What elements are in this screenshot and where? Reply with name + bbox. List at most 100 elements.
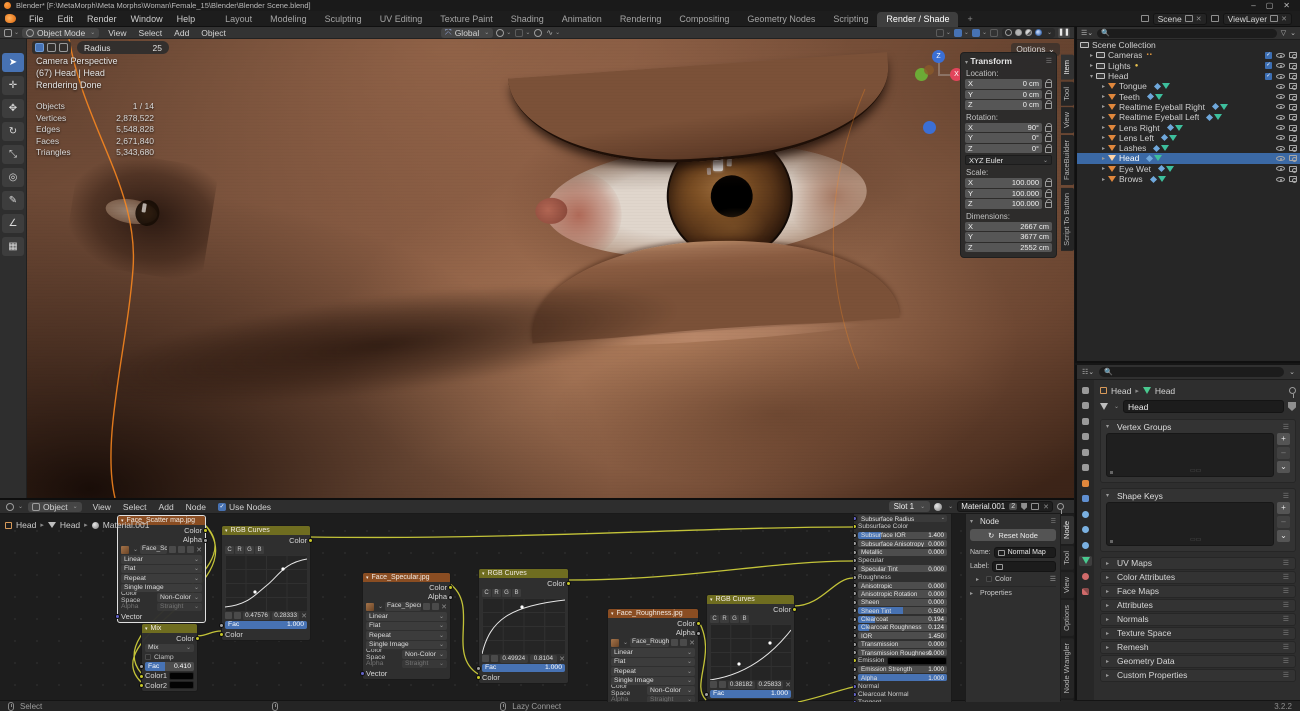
sidebar-tab[interactable]: View [1061, 107, 1074, 133]
curve-channel-button[interactable]: R [235, 546, 244, 554]
browse-image-icon[interactable] [169, 546, 176, 553]
shape-keys-list[interactable]: ▭▭ [1106, 502, 1274, 546]
hide-eye-icon[interactable] [1276, 177, 1285, 182]
material-preview-icon[interactable] [1025, 29, 1032, 36]
outliner-options-icon[interactable]: ⌄ [1290, 29, 1296, 37]
location-input[interactable]: Z0 cm [965, 100, 1042, 110]
outliner-row[interactable]: ▾ Head ✓ [1077, 71, 1300, 81]
curve-channel-button[interactable]: G [245, 546, 254, 554]
shader-menu-item[interactable]: Node [180, 502, 212, 512]
use-nodes-checkbox[interactable]: ✓ Use Nodes [218, 502, 271, 512]
menu-item[interactable]: Window [124, 14, 170, 24]
falloff-icon[interactable] [59, 43, 68, 52]
image-thumbnail[interactable] [611, 639, 619, 647]
expand-arrow-icon[interactable]: ▸ [1099, 83, 1108, 90]
expand-arrow-icon[interactable]: ▸ [1099, 103, 1108, 110]
material-icon[interactable] [934, 503, 942, 511]
disable-render-icon[interactable] [1289, 73, 1297, 79]
curve-channel-button[interactable]: G [502, 589, 511, 597]
color-checkbox[interactable] [986, 576, 992, 582]
node-dropdown[interactable]: Flat⌄ [611, 658, 695, 667]
new-image-icon[interactable] [178, 546, 185, 553]
curve-channel-button[interactable]: C [482, 589, 491, 597]
hide-eye-icon[interactable] [1276, 74, 1285, 79]
toggle-xray-icon[interactable] [990, 29, 998, 37]
expand-arrow-icon[interactable]: ▸ [1087, 62, 1096, 69]
bsdf-input-row[interactable]: Emission Strength Emission Strength1.000 [858, 666, 947, 673]
gizmo-z-axis[interactable]: Z [932, 50, 945, 63]
input-socket[interactable] [853, 524, 857, 529]
bsdf-input-row[interactable]: Specular Specular [858, 557, 947, 564]
reset-node-button[interactable]: ↻ Reset Node [970, 529, 1056, 541]
curve-point-x[interactable]: 0.38182 [728, 681, 755, 689]
viewport-menu-item[interactable]: View [102, 28, 132, 38]
orbit-indicator[interactable] [923, 121, 936, 134]
bsdf-input-row[interactable]: Subsurface IOR Subsurface IOR1.400 [858, 532, 947, 539]
disable-render-icon[interactable] [1289, 94, 1297, 100]
workspace-tab[interactable]: + [958, 12, 981, 27]
properties-tab-icon[interactable] [1079, 571, 1092, 581]
alpha-output-socket[interactable] [448, 595, 453, 600]
curve-point-x[interactable]: 0.47576 [243, 612, 270, 620]
bsdf-input-row[interactable]: Anisotropic Anisotropic0.000 [858, 582, 947, 589]
curve-channel-button[interactable]: B [740, 615, 749, 623]
collapsed-panel-header[interactable]: ▸Attributes☰ [1100, 599, 1296, 612]
rotation-input[interactable]: X90° [965, 123, 1042, 133]
outliner-row[interactable]: ▸ Eye Wet ✓ [1077, 164, 1300, 174]
node-name-input[interactable]: Normal Map [994, 547, 1056, 558]
node-face-roughness[interactable]: ▾Face_Roughness.jpg Color Alpha ⌄ Face_R… [607, 608, 699, 702]
outliner-row[interactable]: ▸ Head ✓ [1077, 153, 1300, 163]
editor-type-icon[interactable] [4, 29, 12, 37]
bsdf-input-row[interactable]: Sheen Sheen0.000 [858, 599, 947, 606]
color-output-socket[interactable] [195, 636, 200, 641]
exclude-checkbox[interactable]: ✓ [1265, 73, 1272, 80]
lock-icon[interactable] [1045, 202, 1052, 208]
location-input[interactable]: Y0 cm [965, 90, 1042, 100]
curve-point-x[interactable]: 0.49924 [500, 655, 528, 663]
workspace-tab[interactable]: Sculpting [316, 12, 371, 27]
node-dropdown[interactable]: Linear⌄ [611, 648, 695, 657]
image-name-field[interactable]: Face_Roughness... [630, 638, 669, 647]
expand-arrow-icon[interactable]: ▸ [1099, 145, 1108, 152]
bsdf-input-row[interactable]: Specular Tint Specular Tint0.000 [858, 565, 947, 572]
curve-point-y[interactable]: 0.8104 [530, 655, 558, 663]
close-button[interactable]: ✕ [1283, 1, 1290, 10]
expand-arrow-icon[interactable]: ▸ [1099, 114, 1108, 121]
collapsed-panel-header[interactable]: ▸Texture Space☰ [1100, 627, 1296, 640]
filter-icon[interactable]: ▽ [1281, 29, 1286, 37]
node-principled-bsdf[interactable]: Subsurface Radius Subsurface Radius Subs… [853, 514, 952, 702]
dimension-input[interactable]: Y3677 cm [965, 232, 1052, 242]
scene-icon[interactable] [1141, 15, 1149, 22]
properties-tab-icon[interactable] [1079, 432, 1092, 442]
outliner-root-row[interactable]: Scene Collection [1077, 40, 1300, 50]
proportional-editing-icon[interactable] [534, 29, 542, 37]
shader-menu-item[interactable]: View [87, 502, 117, 512]
workspace-tab[interactable]: Modeling [261, 12, 316, 27]
shader-sidebar-tab[interactable]: Node [1061, 516, 1074, 544]
alpha-output-socket[interactable] [203, 538, 208, 543]
workspace-tab[interactable]: Animation [553, 12, 611, 27]
curve-channel-button[interactable]: R [720, 615, 729, 623]
outliner-row[interactable]: ▸ Realtime Eyeball Left ✓ [1077, 112, 1300, 122]
input-socket[interactable] [853, 550, 857, 555]
properties-tab-icon[interactable] [1079, 478, 1092, 488]
color1-input-socket[interactable] [139, 674, 144, 679]
bsdf-input-row[interactable]: Subsurface Anisotropy Subsurface Anisotr… [858, 540, 947, 547]
fake-user-shield-icon[interactable] [1021, 503, 1027, 510]
workspace-tab[interactable]: Scripting [824, 12, 877, 27]
bsdf-input-row[interactable]: Clearcoat Roughness Clearcoat Roughness0… [858, 624, 947, 631]
color-output-socket[interactable] [696, 621, 701, 626]
shader-type-dropdown[interactable]: Object ⌄ [28, 502, 82, 512]
new-scene-icon[interactable] [1185, 15, 1193, 22]
pause-render-button[interactable]: ❚❚ [1058, 28, 1070, 38]
expand-arrow-icon[interactable]: ▸ [1099, 155, 1108, 162]
properties-tab-icon[interactable] [1079, 540, 1092, 550]
remove-view-layer-icon[interactable]: ✕ [1281, 15, 1287, 23]
shape-keys-header[interactable]: ▾Shape Keys☰ [1101, 489, 1295, 502]
3d-viewport[interactable]: Radius 25 Camera Perspective (67) Head |… [27, 39, 1074, 498]
properties-search-input[interactable]: 🔍 [1099, 367, 1284, 377]
node-dropdown[interactable]: Linear⌄ [121, 555, 202, 564]
menu-item[interactable]: File [22, 14, 51, 24]
annotate-tool[interactable]: ✎ [2, 191, 24, 210]
node-dropdown[interactable]: Repeat⌄ [366, 631, 447, 640]
